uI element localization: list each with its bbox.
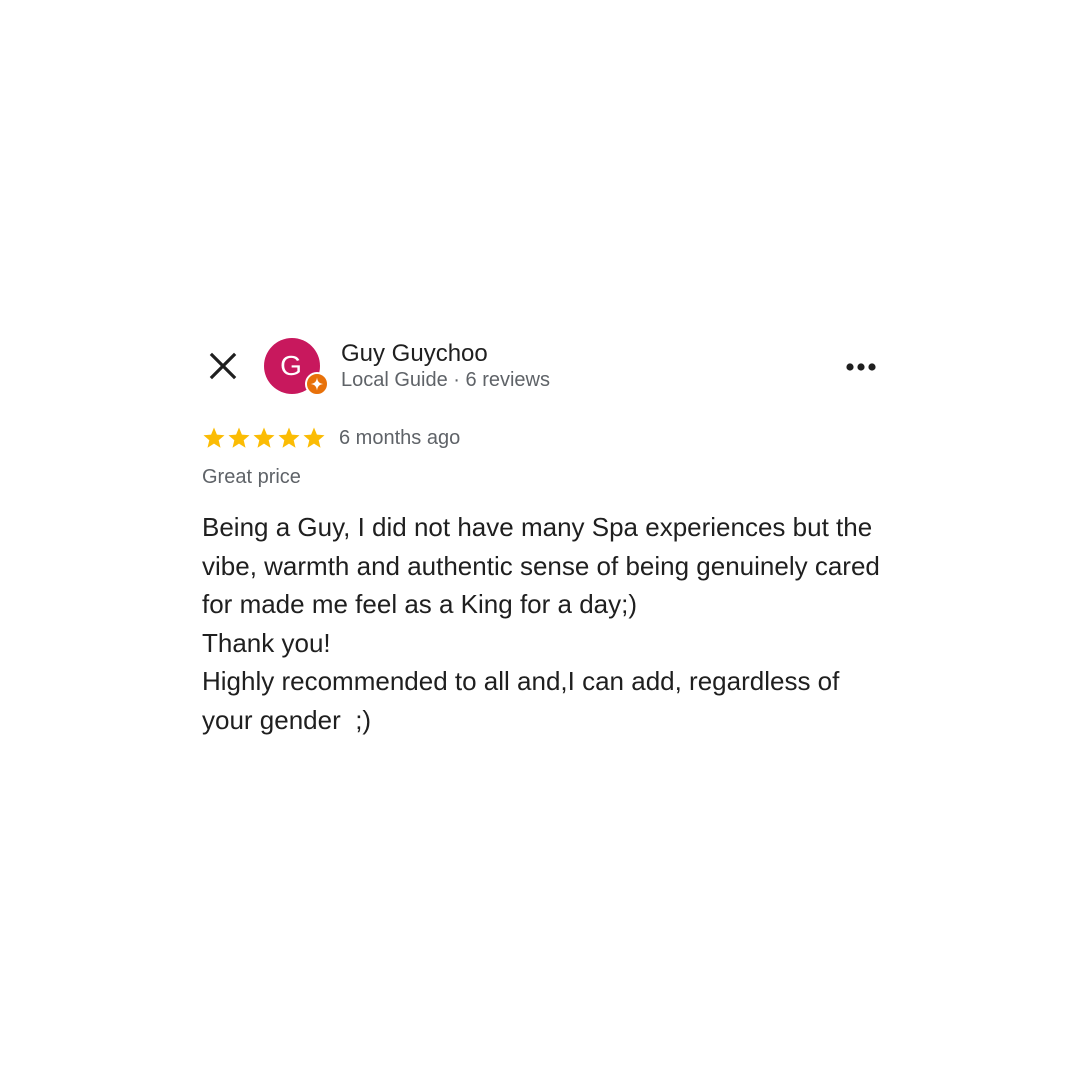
rating-row: 6 months ago [202,424,460,452]
local-guide-badge [305,372,329,396]
star-icon [303,427,325,448]
close-button[interactable] [205,348,241,384]
star-rating [202,426,326,450]
more-options-button[interactable] [842,352,880,382]
reviewer-name[interactable]: Guy Guychoo [341,340,488,368]
close-icon [209,352,237,380]
star-icon [278,427,300,448]
star-icon [228,427,250,448]
star-icon [253,427,275,448]
review-text: Being a Guy, I did not have many Spa exp… [202,512,880,735]
reviewer-meta: Local Guide · 6 reviews [341,369,550,391]
more-horizontal-icon [846,363,876,371]
review-tag: Great price [202,466,301,488]
avatar-initial: G [280,350,302,381]
local-guide-star-icon [310,377,324,391]
star-icon [203,427,225,448]
review-date: 6 months ago [339,426,461,449]
